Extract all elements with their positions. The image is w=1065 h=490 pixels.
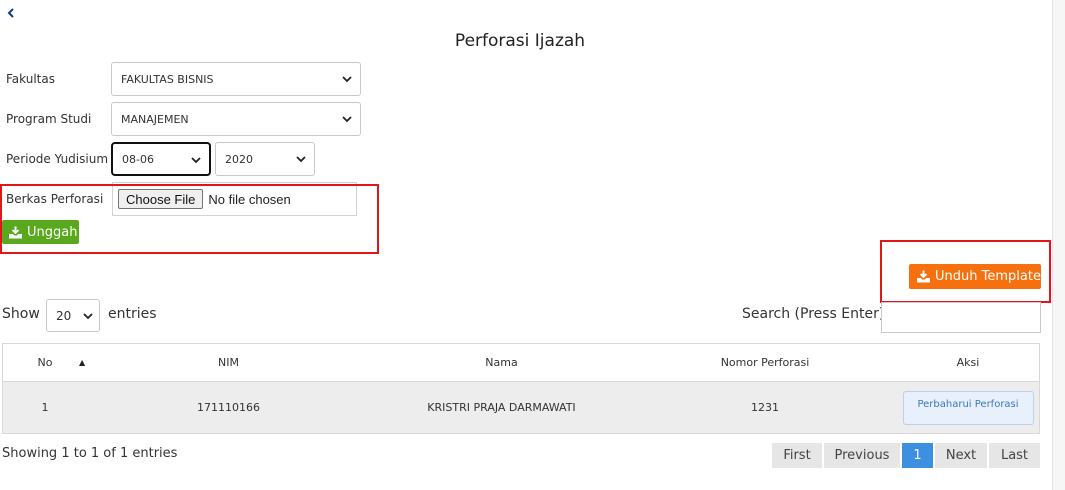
col-nama-header[interactable]: Nama [370,356,633,369]
periode-label: Periode Yudisium [6,152,109,166]
cell-no: 1 [41,401,49,414]
col-nomor-header[interactable]: Nomor Perforasi [633,356,897,369]
search-label: Search (Press Enter): [742,306,890,322]
page-next-button[interactable]: Next [935,443,989,468]
pagination: First Previous 1 Next Last [772,443,1040,468]
page-size-value: 20 [56,308,72,323]
highlight-box-upload [0,184,379,254]
periode-month-select[interactable]: 08-06 [111,142,211,176]
back-chevron-icon[interactable] [3,4,19,22]
fakultas-value: FAKULTAS BISNIS [121,72,214,86]
cell-nim: 171110166 [197,401,260,414]
col-no-header[interactable]: No ▲ [3,356,87,369]
cell-nomor: 1231 [751,401,779,414]
vertical-scrollbar[interactable] [1052,0,1065,490]
perforasi-table: No ▲ NIM Nama Nomor Perforasi Aksi 1 171… [2,343,1040,434]
entries-label: entries [108,306,157,322]
page-previous-button[interactable]: Previous [824,443,902,468]
periode-month-value: 08-06 [122,152,154,166]
prodi-select[interactable]: MANAJEMEN [111,102,361,136]
sort-ascending-icon: ▲ [79,358,86,367]
fakultas-label: Fakultas [6,72,55,86]
table-info: Showing 1 to 1 of 1 entries [2,446,178,461]
chevron-down-icon [191,157,201,164]
periode-year-select[interactable]: 2020 [215,142,315,176]
prodi-label: Program Studi [6,112,92,126]
show-label: Show [2,306,40,322]
highlight-box-template [880,240,1051,303]
prodi-value: MANAJEMEN [121,112,189,126]
search-input[interactable] [881,302,1041,333]
page-first-button[interactable]: First [772,443,824,468]
page-last-button[interactable]: Last [989,443,1040,468]
page-1-button[interactable]: 1 [902,443,935,468]
table-header: No ▲ NIM Nama Nomor Perforasi Aksi [3,344,1039,382]
table-row: 1 171110166 KRISTRI PRAJA DARMAWATI 1231… [3,382,1039,433]
chevron-down-icon [342,116,352,123]
page-title: Perforasi Ijazah [454,31,586,51]
chevron-down-icon [83,313,93,320]
col-no-label: No [37,356,53,369]
cell-aksi: Perbaharui Perforasi [897,390,1039,425]
periode-year-value: 2020 [225,152,253,166]
col-aksi-header: Aksi [956,356,980,369]
update-perforasi-button[interactable]: Perbaharui Perforasi [902,390,1034,425]
col-nim-header[interactable]: NIM [87,356,370,369]
chevron-down-icon [342,76,352,83]
fakultas-select[interactable]: FAKULTAS BISNIS [111,62,361,96]
chevron-down-icon [296,156,306,163]
cell-nama: KRISTRI PRAJA DARMAWATI [427,401,576,414]
page-size-select[interactable]: 20 [46,299,100,332]
